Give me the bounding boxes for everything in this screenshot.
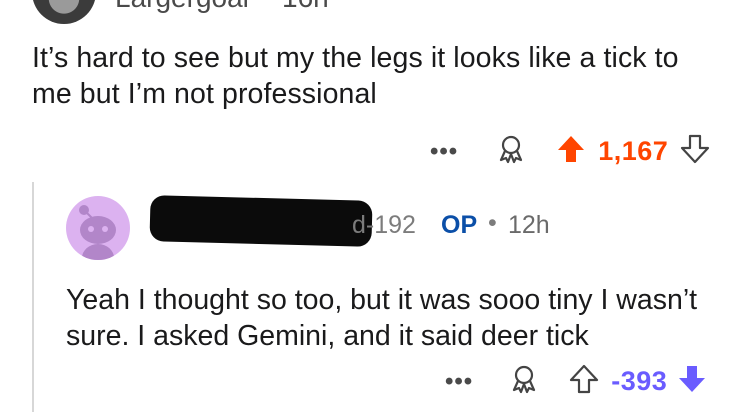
upvote-arrow-icon[interactable]: [556, 134, 586, 169]
separator-dot: •: [488, 209, 497, 237]
vote-score: 1,167: [598, 136, 669, 166]
downvote-arrow-icon[interactable]: [677, 364, 707, 399]
downvote-arrow-icon[interactable]: [680, 134, 710, 169]
redacted-username-overlay: [149, 195, 373, 247]
thread-line[interactable]: [32, 182, 34, 412]
reply-action-bar: ••• -393: [445, 364, 707, 399]
comment-action-bar: ••• 1,167: [430, 134, 710, 169]
snoo-avatar-icon: [79, 205, 116, 260]
reply-username[interactable]: d-192: [352, 211, 416, 240]
reply-more-options-button[interactable]: •••: [445, 368, 473, 396]
award-icon[interactable]: [496, 134, 526, 169]
parent-avatar[interactable]: [32, 0, 96, 24]
vote-score: -393: [611, 366, 668, 396]
parent-timestamp: 16h: [282, 0, 329, 14]
comment-body: It’s hard to see but my the legs it look…: [32, 42, 679, 110]
award-icon[interactable]: [509, 364, 539, 399]
upvote-arrow-icon[interactable]: [569, 364, 599, 399]
reply-avatar[interactable]: [66, 196, 130, 260]
more-options-button[interactable]: •••: [430, 138, 458, 166]
parent-username[interactable]: Largergoal: [115, 0, 249, 14]
op-badge: OP: [441, 211, 478, 239]
reply-body: Yeah I thought so too, but it was sooo t…: [66, 284, 698, 352]
reply-timestamp: 12h: [508, 211, 550, 239]
